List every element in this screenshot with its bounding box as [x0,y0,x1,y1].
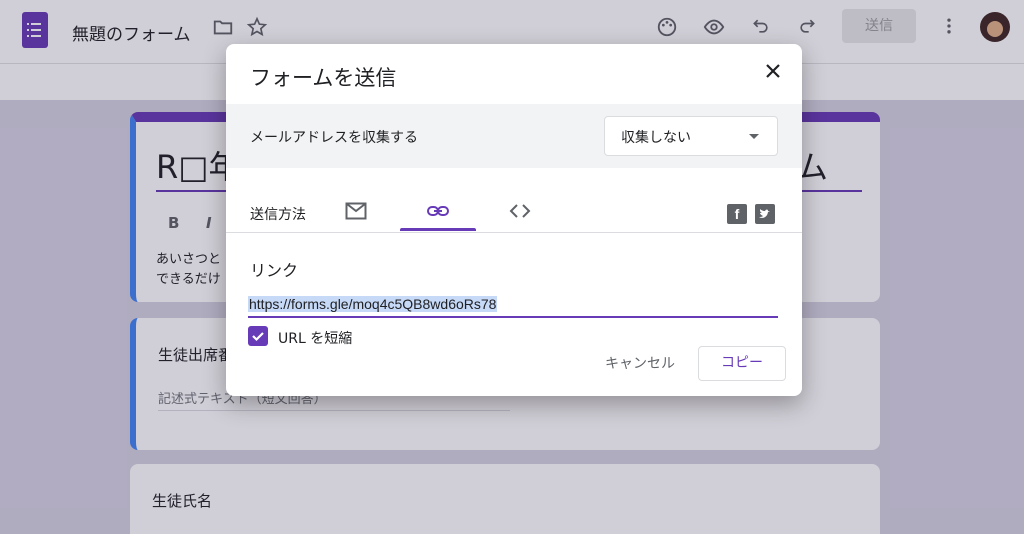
code-icon [509,204,531,218]
link-url-text: https://forms.gle/moq4c5QB8wd6oRs78 [248,296,498,312]
send-method-label: 送信方法 [250,207,306,223]
facebook-icon[interactable]: f [727,204,747,224]
shorten-url-label[interactable]: URL を短縮 [278,328,352,348]
collect-email-select[interactable]: 収集しない [604,116,778,156]
close-icon[interactable] [760,58,786,84]
link-heading: リンク [250,261,299,280]
copy-button[interactable]: コピー [698,346,786,381]
tabs-divider [226,232,802,233]
tab-embed[interactable] [482,194,558,232]
collect-email-row: メールアドレスを収集する 収集しない [226,104,802,168]
send-form-dialog: フォームを送信 メールアドレスを収集する 収集しない 送信方法 f リンク ht… [226,44,802,396]
collect-email-value: 収集しない [621,130,691,146]
link-icon [427,206,449,216]
twitter-icon[interactable] [755,204,775,224]
collect-email-label: メールアドレスを収集する [250,130,418,146]
selected-tab-indicator [400,228,476,231]
link-url-field[interactable]: https://forms.gle/moq4c5QB8wd6oRs78 [248,296,778,318]
shorten-url-checkbox[interactable] [248,326,268,346]
mail-icon [345,202,367,220]
cancel-button[interactable]: キャンセル [596,348,684,380]
check-icon [252,332,264,342]
dialog-title: フォームを送信 [250,66,397,90]
tab-link[interactable] [400,194,476,232]
dropdown-arrow-icon [749,134,759,139]
tab-email[interactable] [318,194,394,232]
